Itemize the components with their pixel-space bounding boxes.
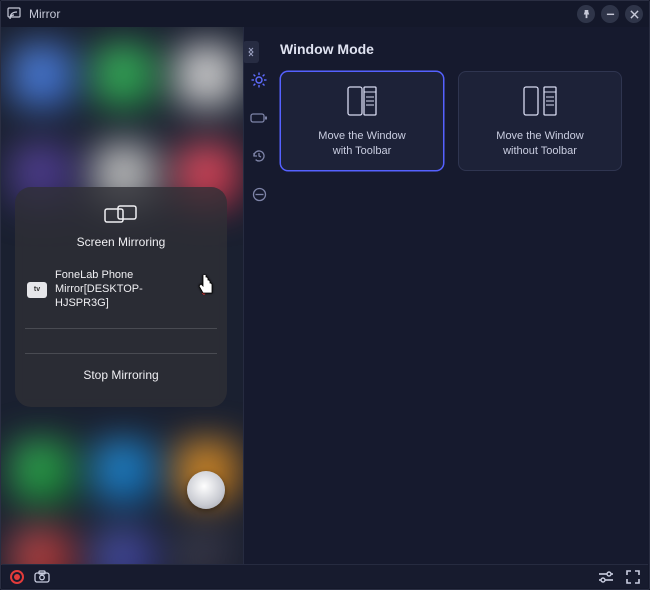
list-settings-icon[interactable] [598,570,614,584]
window-mode-without-toolbar[interactable]: Move the Window without Toolbar [458,71,622,171]
history-icon[interactable] [250,147,268,165]
titlebar-left: Mirror [7,7,60,21]
phone-preview-pane: Screen Mirroring tv FoneLab Phone Mirror… [1,27,243,565]
screen-mirroring-panel: Screen Mirroring tv FoneLab Phone Mirror… [15,187,227,407]
mirror-status-indicator [201,283,215,297]
window-mode-options: Move the Window with Toolbar [280,71,631,171]
divider [25,353,217,354]
window-without-toolbar-icon [514,83,566,119]
mirror-panel-title: Screen Mirroring [77,235,166,249]
fullscreen-icon[interactable] [626,570,640,584]
mirror-device-row[interactable]: tv FoneLab Phone Mirror[DESKTOP-HJSPR3G] [25,267,217,312]
screenshot-button[interactable] [34,570,50,583]
tv-icon: tv [27,282,47,298]
app-title: Mirror [29,7,60,21]
no-entry-icon[interactable] [250,185,268,203]
pin-button[interactable] [577,5,595,23]
settings-panel: Window Mode [243,27,649,565]
settings-content: Window Mode [274,27,649,565]
app-mirror-icon [7,7,23,21]
window-mode-with-toolbar[interactable]: Move the Window with Toolbar [280,71,444,171]
minimize-button[interactable] [601,5,619,23]
stop-mirroring-button[interactable]: Stop Mirroring [83,368,158,382]
mirror-screens-icon [104,205,138,227]
mirror-device-name: FoneLab Phone Mirror[DESKTOP-HJSPR3G] [55,269,193,310]
settings-sidebar [244,27,274,565]
close-button[interactable] [625,5,643,23]
gear-icon[interactable] [250,71,268,89]
mode-label: Move the Window with Toolbar [318,129,405,159]
assistive-touch-icon[interactable] [187,471,225,509]
section-title: Window Mode [280,41,631,57]
app-window: Mirror Screen Mirroring [0,0,650,590]
window-with-toolbar-icon [336,83,388,119]
titlebar-right [577,5,643,23]
divider [25,328,217,329]
titlebar: Mirror [1,1,649,27]
bottom-toolbar [2,564,648,588]
collapse-panel-handle[interactable] [243,41,259,63]
mode-label: Move the Window without Toolbar [496,129,583,159]
battery-icon[interactable] [250,109,268,127]
record-button[interactable] [10,570,24,584]
